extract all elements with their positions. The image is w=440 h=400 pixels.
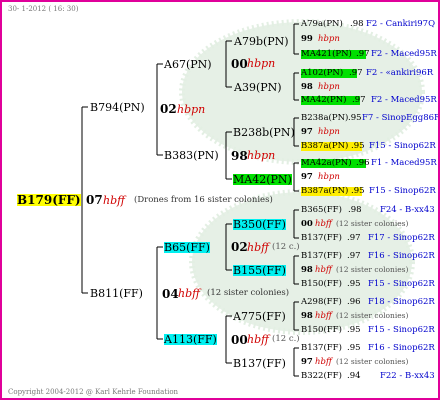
g4-year-11: .95 <box>347 279 361 289</box>
g4-loc-10: F16 - Sinop62R <box>368 251 435 261</box>
pedigree-chart: { "header": {"date": "30- 1-2012 ( 16: 3… <box>0 0 440 400</box>
g4-id-14: B137(FF) <box>301 343 342 353</box>
g4-loc-6: F1 - Maced95R <box>371 158 437 168</box>
g4-id-13: B150(FF) <box>301 325 342 335</box>
g4-year-5: .95 <box>351 141 365 151</box>
g4-loc-15: F22 - B-xx43 <box>380 371 435 381</box>
g3-id-0: A79b(PN) <box>234 35 289 48</box>
g2-id-0: A67(PN) <box>164 58 212 71</box>
g3-id-1: A39(PN) <box>234 81 282 94</box>
g4-id-0: A79a(PN) <box>301 19 343 29</box>
g4-id-10: B137(FF) <box>301 251 342 261</box>
g3-code-7: hbff <box>315 357 332 367</box>
g2-note-3: (12 c.) <box>272 334 300 344</box>
root-code: hbff <box>103 194 125 207</box>
g4-loc-12: F18 - Sinop62R <box>368 297 435 307</box>
g3-note-4: (12 sister colonies) <box>336 219 409 228</box>
g2-gen-2: 02 <box>231 240 248 254</box>
g4-year-2: .97 <box>349 68 363 78</box>
g2-id-1: B383(PN) <box>164 149 219 162</box>
g2-id-3: A113(FF) <box>164 333 217 346</box>
g3-id-3: MA42(PN) <box>233 173 292 186</box>
g4-loc-1: F2 - Maced95R <box>371 49 437 59</box>
g4-year-3: .97 <box>352 95 366 105</box>
g2-id-2: B65(FF) <box>164 241 210 254</box>
g4-year-8: .98 <box>348 205 362 215</box>
g3-id-4: B350(FF) <box>233 218 286 231</box>
g4-id-11: B150(FF) <box>301 279 342 289</box>
g2-gen-1: 98 <box>231 149 248 163</box>
g4-loc-13: F15 - Sinop62R <box>368 325 435 335</box>
g2-gen-3: 00 <box>231 333 248 347</box>
g3-id-5: B155(FF) <box>233 264 286 277</box>
g1-id-1: B811(FF) <box>90 287 143 300</box>
g3-gen-6: 98 <box>301 311 313 321</box>
g2-code-2: hbff <box>247 241 269 254</box>
g3-note-6: (12 sister colonies) <box>336 311 409 320</box>
g2-note-2: (12 c.) <box>272 242 300 252</box>
g4-loc-2: F2 - «ankiri96R <box>366 68 434 78</box>
g2-code-3: hbff <box>247 333 269 346</box>
g1-note-1: (12 sister colonies) <box>207 288 290 298</box>
g4-year-14: .95 <box>347 343 361 353</box>
g3-code-0: hbpn <box>318 34 340 44</box>
g2-code-1: hbpn <box>247 149 276 162</box>
g3-code-4: hbff <box>315 219 332 229</box>
g4-year-4: .95 <box>348 113 362 123</box>
g4-loc-0: F2 - Cankiri97Q <box>366 19 436 29</box>
g4-id-12: A298(FF) <box>301 297 342 307</box>
g3-gen-4: 00 <box>301 219 313 229</box>
g3-code-2: hbpn <box>318 127 340 137</box>
g3-id-2: B238b(PN) <box>233 126 295 139</box>
root-queen-id: B179(FF) <box>17 193 81 207</box>
g3-gen-5: 98 <box>301 265 313 275</box>
g3-id-6: A775(FF) <box>233 310 286 323</box>
g4-id-15: B322(FF) <box>301 371 342 381</box>
g4-year-7: .95 <box>351 186 365 196</box>
footer-copyright: Copyright 2004-2012 @ Karl Kehrle Founda… <box>8 388 179 396</box>
g3-code-5: hbff <box>315 265 332 275</box>
g4-loc-8: F24 - B-xx43 <box>380 205 435 215</box>
g1-gen-0: 02 <box>160 102 177 116</box>
g4-year-13: .95 <box>347 325 361 335</box>
g4-loc-11: F15 - Sinop62R <box>368 279 435 289</box>
g4-year-9: .97 <box>347 233 361 243</box>
g4-id-8: B365(FF) <box>301 205 342 215</box>
g3-code-6: hbff <box>315 311 332 321</box>
g3-id-7: B137(FF) <box>233 357 286 370</box>
g3-code-1: hbpn <box>318 82 340 92</box>
g2-gen-0: 00 <box>231 57 248 71</box>
g4-year-12: .96 <box>347 297 361 307</box>
g3-gen-2: 97 <box>301 127 313 137</box>
root-gen: 07 <box>86 193 103 207</box>
g3-gen-3: 97 <box>301 172 313 182</box>
g1-code-1: hbff <box>178 287 200 300</box>
g3-gen-0: 99 <box>301 34 313 44</box>
g4-loc-14: F16 - Sinop62R <box>368 343 435 353</box>
g1-gen-1: 04 <box>162 287 179 301</box>
g4-loc-5: F15 - Sinop62R <box>369 141 436 151</box>
g4-loc-7: F15 - Sinop62R <box>369 186 436 196</box>
g4-id-9: B137(FF) <box>301 233 342 243</box>
g4-year-6: .96 <box>356 158 370 168</box>
g4-loc-3: F2 - Maced95R <box>371 95 437 105</box>
g3-note-7: (12 sister colonies) <box>336 357 409 366</box>
g4-id-4: B238a(PN) <box>301 113 349 123</box>
g4-loc-9: F17 - Sinop62R <box>368 233 435 243</box>
g3-note-5: (12 sister colonies) <box>336 265 409 274</box>
g4-year-1: .97 <box>356 49 370 59</box>
g3-gen-7: 97 <box>301 357 313 367</box>
g2-code-0: hbpn <box>247 57 276 70</box>
header-date: 30- 1-2012 ( 16: 30) <box>8 5 79 13</box>
g4-loc-4: F7 - SinopEgg86R <box>362 113 440 123</box>
g4-year-0: .98 <box>350 19 364 29</box>
g1-code-0: hbpn <box>177 103 206 116</box>
g4-year-15: .94 <box>347 371 361 381</box>
g1-id-0: B794(PN) <box>90 101 145 114</box>
root-note: (Drones from 16 sister colonies) <box>134 195 273 205</box>
g4-year-10: .97 <box>347 251 361 261</box>
g3-code-3: hbpn <box>318 172 340 182</box>
g3-gen-1: 98 <box>301 82 313 92</box>
